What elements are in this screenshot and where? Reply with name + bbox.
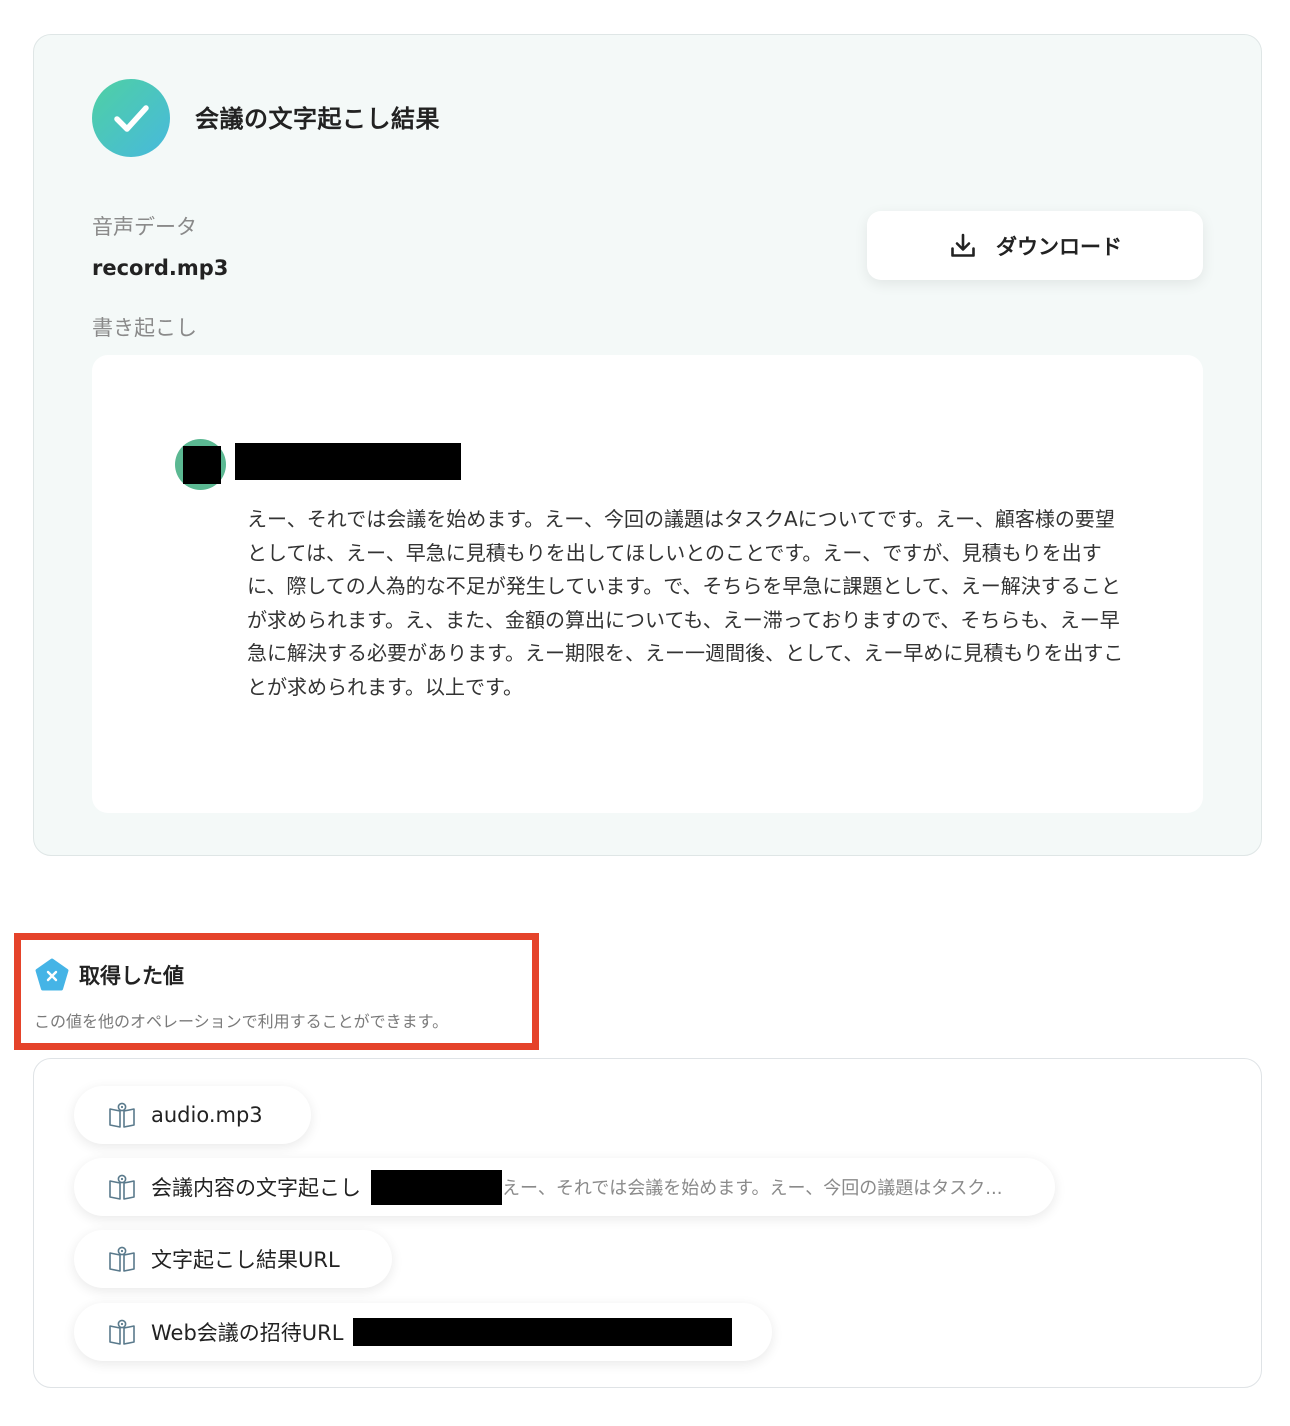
variable-pentagon-icon: [35, 958, 69, 992]
download-icon: [948, 231, 978, 261]
value-book-icon: [107, 1100, 137, 1130]
audio-file-name: record.mp3: [92, 256, 229, 280]
redacted-speaker-name: [235, 443, 461, 480]
audio-data-label: 音声データ: [92, 215, 197, 239]
acquired-values-description: この値を他のオペレーションで利用することができます。: [34, 1012, 449, 1031]
value-preview: えー、それでは会議を始めます。えー、今回の議題はタスク...: [502, 1178, 1003, 1199]
value-label: 会議内容の文字起こし: [151, 1176, 361, 1200]
acquired-values-title: 取得した値: [79, 964, 184, 988]
value-item-web-meeting-url[interactable]: Web会議の招待URL: [74, 1303, 772, 1361]
redacted-avatar: [183, 446, 221, 484]
page-title: 会議の文字起こし結果: [195, 105, 440, 133]
transcript-label: 書き起こし: [92, 316, 197, 340]
redacted-value: [371, 1169, 502, 1205]
value-book-icon: [107, 1244, 137, 1274]
value-book-icon: [107, 1172, 137, 1202]
value-label: audio.mp3: [151, 1103, 263, 1127]
transcript-box: えー、それでは会議を始めます。えー、今回の議題はタスクAについてです。えー、顧客…: [92, 355, 1203, 813]
redacted-value: [353, 1318, 732, 1346]
value-item-result-url[interactable]: 文字起こし結果URL: [74, 1230, 392, 1288]
acquired-values-card: audio.mp3 会議内容の文字起こし えー、それでは会議を始めます。えー、今…: [33, 1058, 1262, 1388]
download-button[interactable]: ダウンロード: [867, 211, 1203, 280]
value-book-icon: [107, 1317, 137, 1347]
transcript-text: えー、それでは会議を始めます。えー、今回の議題はタスクAについてです。えー、顧客…: [247, 507, 1124, 699]
value-label: Web会議の招待URL: [151, 1321, 344, 1345]
value-label: 文字起こし結果URL: [151, 1248, 340, 1272]
transcription-result-card: 会議の文字起こし結果 音声データ record.mp3 ダウンロード 書き起こし…: [33, 34, 1262, 856]
value-item-transcript[interactable]: 会議内容の文字起こし えー、それでは会議を始めます。えー、今回の議題はタスク..…: [74, 1158, 1055, 1216]
check-icon: [92, 79, 170, 157]
speaker-avatar: [175, 439, 226, 490]
download-label: ダウンロード: [996, 234, 1122, 259]
acquired-values-header: 取得した値: [35, 958, 184, 992]
value-item-audio[interactable]: audio.mp3: [74, 1086, 311, 1144]
